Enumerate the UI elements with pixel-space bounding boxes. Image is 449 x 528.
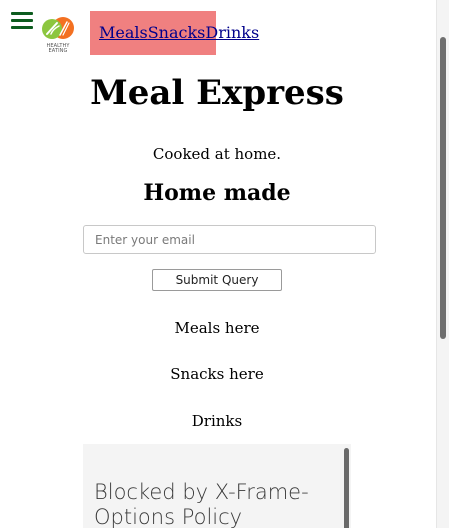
nav-link-meals[interactable]: Meals (99, 23, 148, 42)
logo-text: HEALTHY EATING (46, 43, 70, 54)
page-scrollbar[interactable] (436, 0, 449, 528)
email-input[interactable] (83, 225, 376, 254)
nav-link-drinks[interactable]: Drinks (205, 23, 259, 42)
top-navigation: MealsSnacksDrinks (90, 11, 259, 55)
hamburger-menu-icon[interactable] (11, 12, 33, 30)
meals-section-text: Meals here (174, 319, 260, 337)
nav-link-snacks[interactable]: Snacks (148, 23, 206, 42)
submit-query-button[interactable]: Submit Query (152, 269, 282, 291)
nav-links: MealsSnacksDrinks (99, 23, 259, 42)
page-scrollbar-thumb[interactable] (440, 37, 446, 339)
healthy-eating-logo[interactable]: HEALTHY EATING (38, 14, 78, 54)
page-title: Meal Express (90, 73, 344, 113)
embedded-frame-scrollbar[interactable] (344, 448, 349, 528)
blocked-frame-message: Blocked by X-Frame-Options Policy (94, 480, 309, 528)
snacks-section-text: Snacks here (170, 365, 264, 383)
subtitle: Home made (143, 180, 291, 206)
embedded-frame[interactable]: Blocked by X-Frame-Options Policy (83, 444, 351, 528)
tagline: Cooked at home. (152, 145, 282, 163)
drinks-section-text: Drinks (191, 412, 243, 430)
logo-icon (42, 17, 74, 39)
